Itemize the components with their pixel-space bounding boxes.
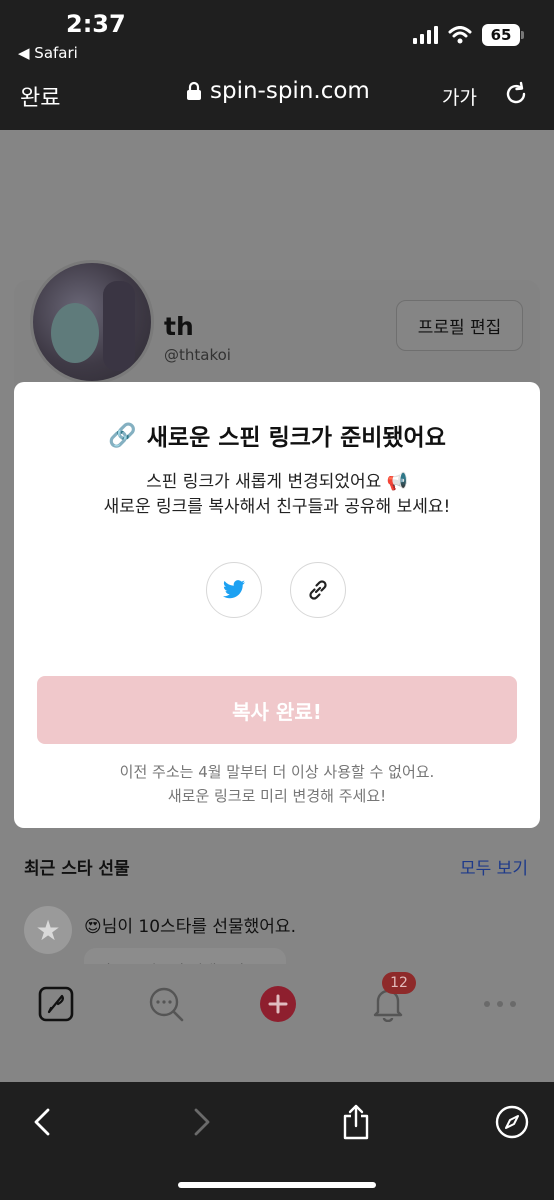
- twitter-share-button[interactable]: [206, 562, 262, 618]
- gift-message: 님이 10스타를 선물했어요.: [101, 917, 296, 937]
- link-emoji-icon: 🔗: [108, 422, 137, 449]
- notification-badge: 12: [382, 972, 416, 994]
- address-bar[interactable]: spin-spin.com: [186, 78, 370, 104]
- twitter-icon: [223, 580, 245, 599]
- forward-icon[interactable]: [182, 1102, 222, 1142]
- profile-avatar[interactable]: [30, 260, 154, 384]
- share-icon[interactable]: [336, 1102, 376, 1142]
- copy-link-share-button[interactable]: [290, 562, 346, 618]
- profile-handle: @thtakoi: [164, 346, 231, 364]
- see-all-link[interactable]: 모두 보기: [460, 854, 528, 879]
- notice-line1: 이전 주소는 4월 말부터 더 이상 사용할 수 없어요.: [119, 763, 435, 781]
- modal-desc-line2: 새로운 링크를 복사해서 친구들과 공유해 보세요!: [103, 497, 451, 517]
- status-time: 2:37: [66, 10, 126, 38]
- new-link-modal: 🔗 새로운 스핀 링크가 준비됐어요 스핀 링크가 새롭게 변경되었어요 📢 새…: [14, 382, 540, 828]
- battery-indicator: 65: [482, 24, 524, 46]
- modal-desc-line1: 스핀 링크가 새롭게 변경되었어요 📢: [146, 472, 408, 492]
- lock-icon: [187, 81, 201, 100]
- share-buttons: [14, 562, 540, 618]
- back-icon[interactable]: [22, 1102, 62, 1142]
- browser-top-bar: 2:37 ◀ Safari 65 완료 spin-spin.com 가가: [0, 0, 554, 130]
- add-icon[interactable]: [258, 984, 298, 1024]
- text-size-button[interactable]: 가가: [442, 83, 477, 110]
- search-icon[interactable]: [146, 984, 186, 1024]
- link-icon: [309, 580, 327, 600]
- signal-icon: [413, 26, 438, 44]
- url-text: spin-spin.com: [210, 78, 370, 104]
- gift-item-text: 😍님이 10스타를 선물했어요.: [84, 912, 296, 937]
- app-bottom-nav: 12: [0, 964, 554, 1082]
- compass-icon[interactable]: [492, 1102, 532, 1142]
- wifi-icon: [448, 26, 472, 44]
- browser-bottom-bar: [0, 1082, 554, 1200]
- profile-name: th: [164, 312, 194, 341]
- done-button[interactable]: 완료: [20, 80, 60, 112]
- feed-icon[interactable]: [36, 984, 76, 1024]
- modal-title: 🔗 새로운 스핀 링크가 준비됐어요: [14, 418, 540, 452]
- back-to-safari[interactable]: ◀ Safari: [18, 44, 78, 62]
- gift-emoji: 😍: [84, 917, 102, 937]
- modal-title-text: 새로운 스핀 링크가 준비됐어요: [146, 425, 446, 451]
- recent-gifts-title: 최근 스타 선물: [24, 859, 130, 879]
- star-icon: ★: [24, 906, 72, 954]
- copy-complete-button[interactable]: 복사 완료!: [37, 676, 517, 744]
- notice-line2: 새로운 링크로 미리 변경해 주세요!: [167, 787, 387, 805]
- modal-notice: 이전 주소는 4월 말부터 더 이상 사용할 수 없어요. 새로운 링크로 미리…: [14, 760, 540, 808]
- modal-description: 스핀 링크가 새롭게 변경되었어요 📢 새로운 링크를 복사해서 친구들과 공유…: [14, 470, 540, 520]
- home-indicator: [178, 1182, 376, 1188]
- reload-icon[interactable]: [502, 80, 530, 108]
- edit-profile-button[interactable]: 프로필 편집: [396, 300, 523, 351]
- more-icon[interactable]: [480, 984, 520, 1024]
- status-icons: 65: [413, 24, 524, 46]
